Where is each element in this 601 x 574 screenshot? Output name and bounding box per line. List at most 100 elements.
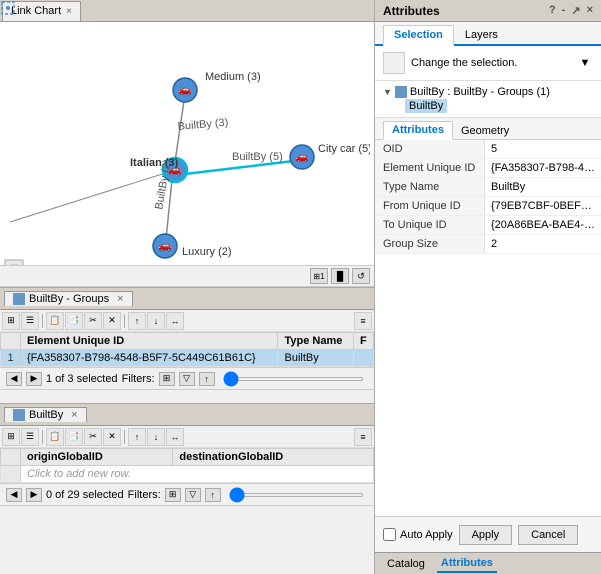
cancel-button[interactable]: Cancel [518,525,578,545]
auto-apply-checkbox-label[interactable]: Auto Apply [383,528,453,541]
map-area: 🚗 Medium (3) 🚗 Italian (3) 🚗 City car (5… [0,22,374,287]
builtby-filter-btn-2[interactable]: ▽ [185,488,201,502]
tree-arrow[interactable]: ▼ [383,87,392,97]
tb-btn-2[interactable]: ☰ [21,312,39,330]
right-panel: Attributes ? - ↗ × Selection Layers Chan… [375,0,601,574]
scroll-h-2[interactable] [0,505,374,519]
scroll-h-1[interactable] [0,389,374,403]
tab-selection[interactable]: Selection [383,25,454,46]
builtby-next-btn[interactable]: ▶ [26,488,42,502]
selection-dropdown-btn[interactable]: ▼ [577,55,593,71]
help-icon[interactable]: ? [549,4,556,17]
tab-layers[interactable]: Layers [454,25,509,44]
builtby-filter-btn-1[interactable]: ⊞ [165,488,181,502]
builtby-tb-btn-3[interactable]: 📋 [46,428,64,446]
table-row[interactable]: 1 {FA358307-B798-4548-B5F7-5C449C61B61C}… [1,350,374,367]
builtby-groups-close[interactable]: × [117,293,123,305]
attr-val-to-id: {20A86BEA-BAE4-4F33-B10E [485,216,601,234]
map-selection-btn[interactable]: ⊞1 [310,268,328,284]
filter-btn-2[interactable]: ▽ [179,372,195,386]
tab-geometry[interactable]: Geometry [453,123,517,139]
minimize-icon[interactable]: - [562,4,566,17]
row-num [1,466,21,483]
status-slider[interactable] [223,377,364,381]
builtby-tb-btn-8[interactable]: ↓ [147,428,165,446]
close-icon[interactable]: × [587,4,593,17]
builtby-tb-btn-2[interactable]: ☰ [21,428,39,446]
map-pause-btn[interactable]: ▐▌ [331,268,349,284]
builtby-tb-settings[interactable]: ≡ [354,428,372,446]
builtby-data-table: originGlobalID destinationGlobalID Click… [0,448,374,483]
builtby-tb-btn-1[interactable]: ⊞ [2,428,20,446]
builtby-tb-btn-9[interactable]: ↔ [166,428,184,446]
builtby-groups-tab[interactable]: BuiltBy - Groups × [4,291,133,306]
tb-btn-4[interactable]: 📑 [65,312,83,330]
attr-val-type-name: BuiltBy [485,178,601,196]
attr-row-oid: OID 5 [375,140,601,159]
col-header-element-id[interactable]: Element Unique ID [21,333,278,350]
builtby-header: BuiltBy × [0,404,374,426]
builtby-tb-sep-2 [124,430,125,444]
builtby-tb-btn-7[interactable]: ↑ [128,428,146,446]
tree-group-item[interactable]: ▼ BuiltBy : BuiltBy - Groups (1) [383,85,593,99]
apply-button[interactable]: Apply [459,525,513,545]
svg-text:BuiltBy (5): BuiltBy (5) [232,151,283,163]
click-to-add-row[interactable]: Click to add new row. [21,466,374,483]
tb-btn-9[interactable]: ↔ [166,312,184,330]
builtby-filters-label: Filters: [128,489,161,501]
builtby-groups-header: BuiltBy - Groups × [0,288,374,310]
footer-tab-catalog[interactable]: Catalog [383,556,429,572]
builtby-table: originGlobalID destinationGlobalID Click… [0,448,374,483]
builtby-selection-count: 0 of 29 selected [46,489,124,501]
builtby-groups-table: Element Unique ID Type Name F 1 {FA35830… [0,332,374,367]
col-header-f[interactable]: F [354,333,374,350]
tab-attributes[interactable]: Attributes [383,121,453,140]
builtby-groups-toolbar: ⊞ ☰ 📋 📑 ✂ ✕ ↑ ↓ ↔ ≡ [0,310,374,332]
col-header-type-name[interactable]: Type Name [278,333,354,350]
builtby-prev-btn[interactable]: ◀ [6,488,22,502]
status-next-btn[interactable]: ▶ [26,372,42,386]
builtby-icon [13,409,25,421]
builtby-tab[interactable]: BuiltBy × [4,407,87,422]
attributes-table: OID 5 Element Unique ID {FA358307-B798-4… [375,140,601,328]
attr-val-oid: 5 [485,140,601,158]
auto-apply-checkbox[interactable] [383,528,396,541]
builtby-tb-btn-6[interactable]: ✕ [103,428,121,446]
footer-tab-attributes[interactable]: Attributes [437,555,497,573]
svg-text:🚗: 🚗 [295,151,309,163]
table-row[interactable]: Click to add new row. [1,466,374,483]
tb-btn-6[interactable]: ✕ [103,312,121,330]
attr-key-type-name: Type Name [375,178,485,196]
auto-apply-label: Auto Apply [400,529,453,541]
tb-btn-8[interactable]: ↓ [147,312,165,330]
filter-btn-1[interactable]: ⊞ [159,372,175,386]
attr-row-to-id: To Unique ID {20A86BEA-BAE4-4F33-B10E [375,216,601,235]
builtby-col-dest[interactable]: destinationGlobalID [173,449,374,466]
builtby-groups-tab-label: BuiltBy - Groups [29,293,109,305]
builtby-col-origin[interactable]: originGlobalID [21,449,173,466]
tree-child-item[interactable]: BuiltBy [405,99,447,113]
tb-btn-5[interactable]: ✂ [84,312,102,330]
groups-selection-count: 1 of 3 selected [46,373,118,385]
attr-val-group-size: 2 [485,235,601,253]
tb-btn-1[interactable]: ⊞ [2,312,20,330]
builtby-tb-btn-4[interactable]: 📑 [65,428,83,446]
selection-layers-tabs: Selection Layers [375,22,601,46]
builtby-status-slider[interactable] [229,493,364,497]
builtby-filter-btn-3[interactable]: ↑ [205,488,221,502]
filter-btn-3[interactable]: ↑ [199,372,215,386]
tb-btn-3[interactable]: 📋 [46,312,64,330]
link-chart-tab-close[interactable]: × [66,6,72,17]
attr-row-from-id: From Unique ID {79EB7CBF-0BEF-4B9B-8579- [375,197,601,216]
builtby-close[interactable]: × [71,409,77,421]
attr-row-element-id: Element Unique ID {FA358307-B798-4548-B5… [375,159,601,178]
builtby-panel: BuiltBy × ⊞ ☰ 📋 📑 ✂ ✕ ↑ ↓ ↔ ≡ originG [0,403,374,519]
tb-btn-7[interactable]: ↑ [128,312,146,330]
builtby-tb-btn-5[interactable]: ✂ [84,428,102,446]
groups-data-table: Element Unique ID Type Name F 1 {FA35830… [0,332,374,367]
groups-icon [13,293,25,305]
float-icon[interactable]: ↗ [571,4,580,17]
status-prev-btn[interactable]: ◀ [6,372,22,386]
tb-btn-settings[interactable]: ≡ [354,312,372,330]
map-refresh-btn[interactable]: ↺ [352,268,370,284]
